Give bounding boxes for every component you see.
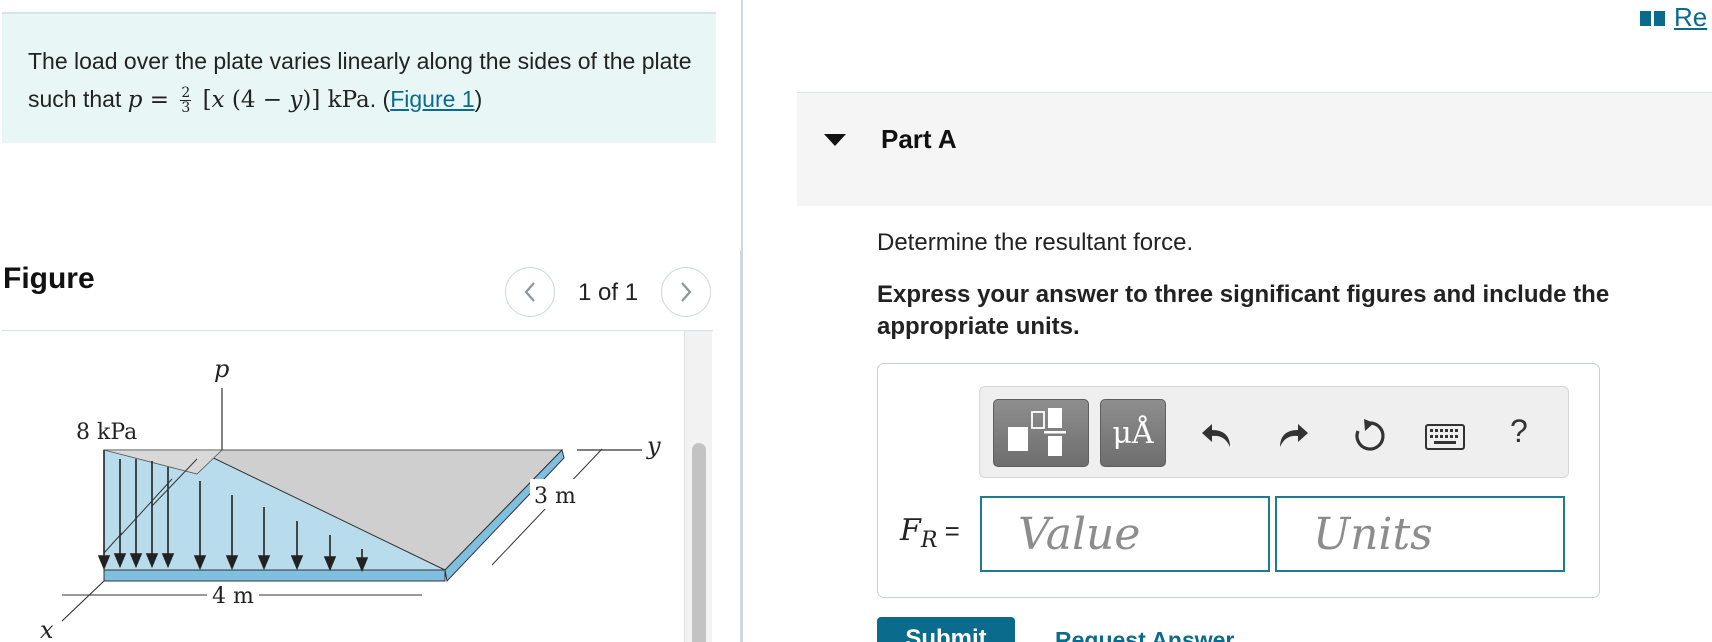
answer-label-main: F	[900, 513, 921, 548]
p-axis-label: p	[214, 355, 229, 383]
submit-button[interactable]: Submit	[877, 617, 1015, 642]
value-input[interactable]	[980, 496, 1270, 572]
templates-icon	[1008, 408, 1066, 456]
question-text: Determine the resultant force.	[877, 229, 1194, 256]
formula-unit: kPa	[327, 87, 370, 113]
templates-button[interactable]	[993, 399, 1089, 467]
part-title: Part A	[881, 124, 957, 154]
plate-front-edge	[103, 569, 446, 582]
y-axis-label: y	[646, 432, 661, 460]
keyboard-icon[interactable]	[1425, 424, 1465, 450]
units-input[interactable]	[1275, 496, 1565, 572]
collapse-caret-icon[interactable]	[824, 134, 846, 146]
length-label: 4 m	[212, 584, 254, 609]
reset-icon[interactable]	[1352, 418, 1388, 454]
book-icon	[1640, 10, 1665, 26]
help-button[interactable]: ?	[1510, 413, 1528, 450]
plate-diagram: p 8 kPa y x 3 m 4 m	[40, 355, 661, 642]
prev-figure-button[interactable]	[505, 267, 555, 317]
chevron-left-icon	[524, 282, 535, 302]
problem-text-end: )	[474, 86, 483, 112]
instruction-text: Express your answer to three significant…	[877, 281, 1610, 340]
undo-icon[interactable]	[1200, 420, 1234, 450]
formula-p: p	[127, 87, 143, 113]
panel-resize-handle[interactable]	[740, 250, 743, 642]
units-button[interactable]: μÅ	[1100, 399, 1166, 467]
figure-title: Figure	[3, 262, 95, 295]
formula-x: x	[211, 87, 225, 113]
figure-page-count: 1 of 1	[578, 279, 639, 306]
formula-equals: =	[142, 87, 177, 113]
request-answer-link[interactable]: Request Answer	[1055, 627, 1234, 642]
review-link-label: Re	[1674, 2, 1708, 32]
problem-text-after: . (	[369, 86, 391, 112]
load-label: 8 kPa	[76, 420, 137, 445]
figure-image: p 8 kPa y x 3 m 4 m	[2, 331, 682, 642]
next-figure-button[interactable]	[661, 267, 711, 317]
figure-link[interactable]: Figure 1	[390, 86, 474, 112]
review-link[interactable]: Re	[1640, 2, 1707, 33]
answer-label-sub: R	[920, 528, 938, 553]
formula-bracket-open: [	[195, 87, 212, 113]
width-label: 3 m	[534, 484, 576, 509]
fraction-denominator: 3	[181, 100, 191, 117]
x-axis	[61, 580, 105, 622]
formula-close: )]	[302, 87, 328, 113]
formula-paren: (4 −	[224, 87, 290, 113]
chevron-right-icon	[681, 282, 692, 302]
answer-label-equals: =	[937, 516, 960, 546]
figure-scrollbar-thumb[interactable]	[692, 443, 706, 642]
x-axis-label: x	[40, 616, 54, 642]
answer-label: FR =	[900, 513, 960, 553]
redo-icon[interactable]	[1276, 420, 1310, 450]
formula-y: y	[289, 87, 303, 113]
problem-statement: The load over the plate varies linearly …	[2, 12, 716, 143]
formula-fraction: 23	[180, 85, 192, 117]
fraction-numerator: 2	[180, 85, 192, 102]
